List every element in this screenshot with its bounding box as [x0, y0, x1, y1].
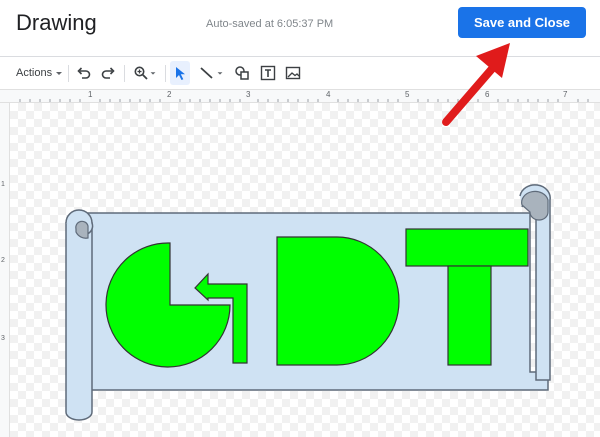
drawing-layer [65, 43, 551, 421]
letter-d[interactable] [276, 236, 400, 366]
red-arrow-annotation [442, 43, 510, 126]
